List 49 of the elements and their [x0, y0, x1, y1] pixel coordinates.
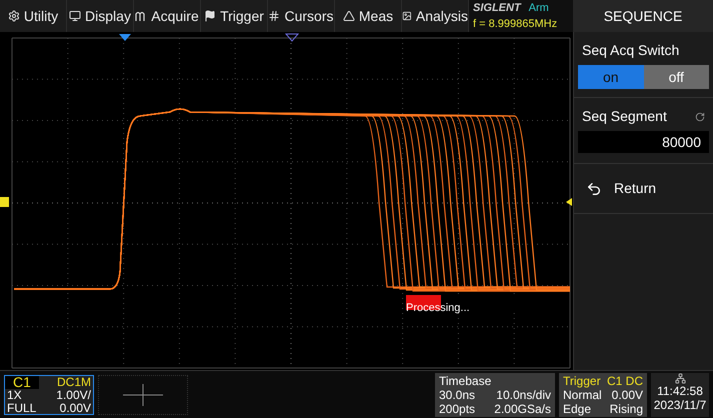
- monitor-icon: [69, 10, 82, 22]
- bandwidth-limit: FULL: [7, 402, 36, 414]
- memory-depth: 200pts: [439, 402, 476, 416]
- menu-tab[interactable]: Display: [67, 0, 134, 32]
- option-label: Seq Segment: [582, 107, 667, 126]
- panel-title: SEQUENCE: [573, 0, 713, 32]
- timebase-title: Timebase: [439, 374, 492, 388]
- frequency-reading: f = 8.999865MHz: [473, 17, 558, 32]
- toggle-option[interactable]: off: [644, 65, 709, 89]
- channel-name: C1: [5, 376, 39, 388]
- hash-icon: [268, 10, 280, 22]
- trigger-mode: Normal: [563, 388, 602, 402]
- vertical-scale: 1.00V/: [56, 388, 91, 402]
- trigger-source: C1 DC: [606, 374, 643, 388]
- trigger-info[interactable]: Trigger C1 DC Normal 0.00V Edge Rising: [559, 372, 647, 416]
- sample-rate: 2.00GSa/s: [494, 402, 551, 416]
- toggle-option[interactable]: on: [578, 65, 644, 89]
- gear-icon: [8, 10, 20, 22]
- progress-label: Processing...: [406, 302, 470, 314]
- brand-logo: SIGLENT: [473, 0, 521, 16]
- clock-time: 11:42:58: [657, 384, 703, 398]
- channel-marker: [0, 197, 9, 207]
- network-icon: [674, 372, 686, 384]
- channel-coupling: DC1M: [56, 376, 92, 388]
- plus-icon: [123, 384, 163, 406]
- add-channel-button[interactable]: [98, 374, 188, 414]
- trigger-level: 0.00V: [612, 388, 643, 402]
- clock-date: 2023/11/7: [654, 398, 706, 412]
- trigger-type: Edge: [563, 402, 592, 416]
- flag-icon: [204, 10, 216, 22]
- delay-marker-icon: [284, 34, 300, 42]
- trigger-title: Trigger: [563, 374, 601, 388]
- horizontal-scale: 10.0ns/div: [496, 388, 551, 402]
- segment-field[interactable]: 80000: [578, 131, 709, 153]
- return-icon: [586, 180, 602, 196]
- trigger-slope: Rising: [610, 402, 643, 416]
- vertical-offset: 0.00V: [60, 402, 91, 414]
- probe-ratio: 1X: [7, 388, 22, 402]
- horizontal-delay: 30.0ns: [439, 388, 476, 402]
- image-icon: [402, 10, 412, 22]
- menu-tab[interactable]: Analysis: [402, 0, 469, 32]
- menu-tab[interactable]: Acquire: [134, 0, 201, 32]
- option-label: Seq Acq Switch: [581, 41, 680, 60]
- timebase-info[interactable]: Timebase 30.0ns 10.0ns/div 200pts 2.00GSa/s: [435, 372, 555, 416]
- trigger-status: Arm: [528, 0, 549, 16]
- menu-tab[interactable]: Cursors: [268, 0, 335, 32]
- trigger-position-icon: [119, 34, 131, 41]
- channel-info[interactable]: C1 DC1M 1X 1.00V/ FULL 0.00V: [4, 374, 94, 414]
- return-button[interactable]: Return: [574, 164, 713, 214]
